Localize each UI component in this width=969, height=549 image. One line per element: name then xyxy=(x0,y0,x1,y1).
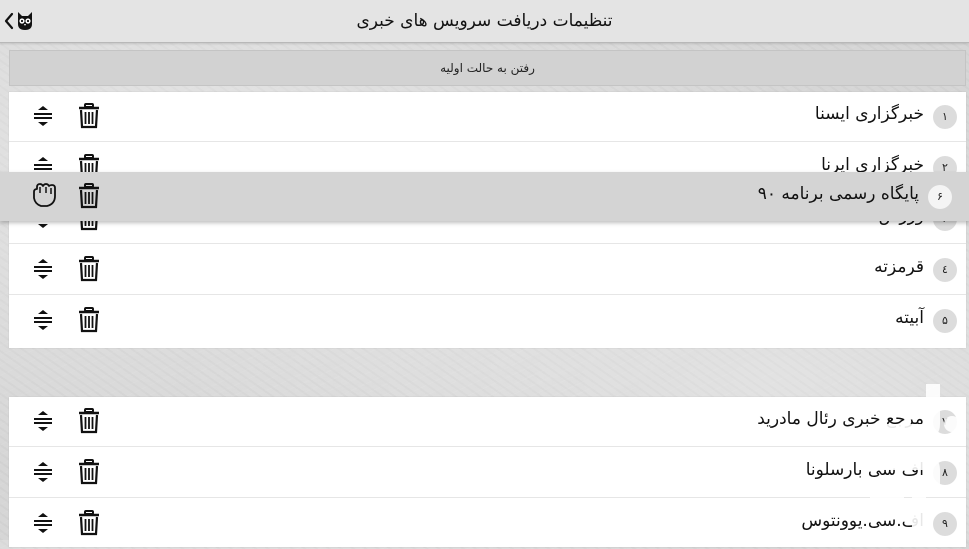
item-number: ۱ xyxy=(933,105,957,129)
list-item[interactable]: ۷ مرجع خبری رئال مادرید xyxy=(9,397,966,447)
trash-icon[interactable] xyxy=(78,256,100,282)
app-logo-watermark-icon xyxy=(870,384,960,528)
reorder-icon[interactable] xyxy=(33,106,53,126)
item-name: خبرگزاری ایسنا xyxy=(814,104,924,124)
title-bar: تنظیمات دریافت سرویس های خبری xyxy=(0,0,969,43)
dragging-list-item[interactable]: ۶ پایگاه رسمی برنامه ۹۰ xyxy=(0,172,969,221)
item-name: آبیته xyxy=(895,308,924,328)
reorder-icon[interactable] xyxy=(33,259,53,279)
trash-icon[interactable] xyxy=(78,408,100,434)
reorder-icon[interactable] xyxy=(33,411,53,431)
item-name: قرمزته xyxy=(874,257,924,277)
reorder-icon[interactable] xyxy=(33,310,53,330)
trash-icon[interactable] xyxy=(78,183,100,209)
trash-icon[interactable] xyxy=(78,307,100,333)
trash-icon[interactable] xyxy=(78,103,100,129)
item-number: ۵ xyxy=(933,309,957,333)
list-item[interactable]: ۱ خبرگزاری ایسنا xyxy=(9,92,966,142)
item-number: ۶ xyxy=(928,185,952,209)
page-title: تنظیمات دریافت سرویس های خبری xyxy=(356,11,613,31)
item-name: پایگاه رسمی برنامه ۹۰ xyxy=(757,184,919,204)
list-item[interactable]: ۹ اف.سی.یوونتوس xyxy=(9,499,966,549)
item-number: ٤ xyxy=(933,258,957,282)
trash-icon[interactable] xyxy=(78,459,100,485)
reorder-icon[interactable] xyxy=(33,513,53,533)
list-item[interactable]: ٤ قرمزته xyxy=(9,245,966,295)
list-item[interactable]: ۸ اف سی بارسلونا xyxy=(9,448,966,498)
reorder-icon[interactable] xyxy=(33,462,53,482)
service-group-2: ۷ مرجع خبری رئال مادرید ۸ اف سی بارسلونا xyxy=(9,397,966,547)
list-item[interactable]: ۵ آبیته xyxy=(9,296,966,346)
trash-icon[interactable] xyxy=(78,510,100,536)
reset-default-button[interactable]: رفتن به حالت اولیه xyxy=(9,50,966,86)
grab-hand-icon[interactable] xyxy=(31,182,59,208)
